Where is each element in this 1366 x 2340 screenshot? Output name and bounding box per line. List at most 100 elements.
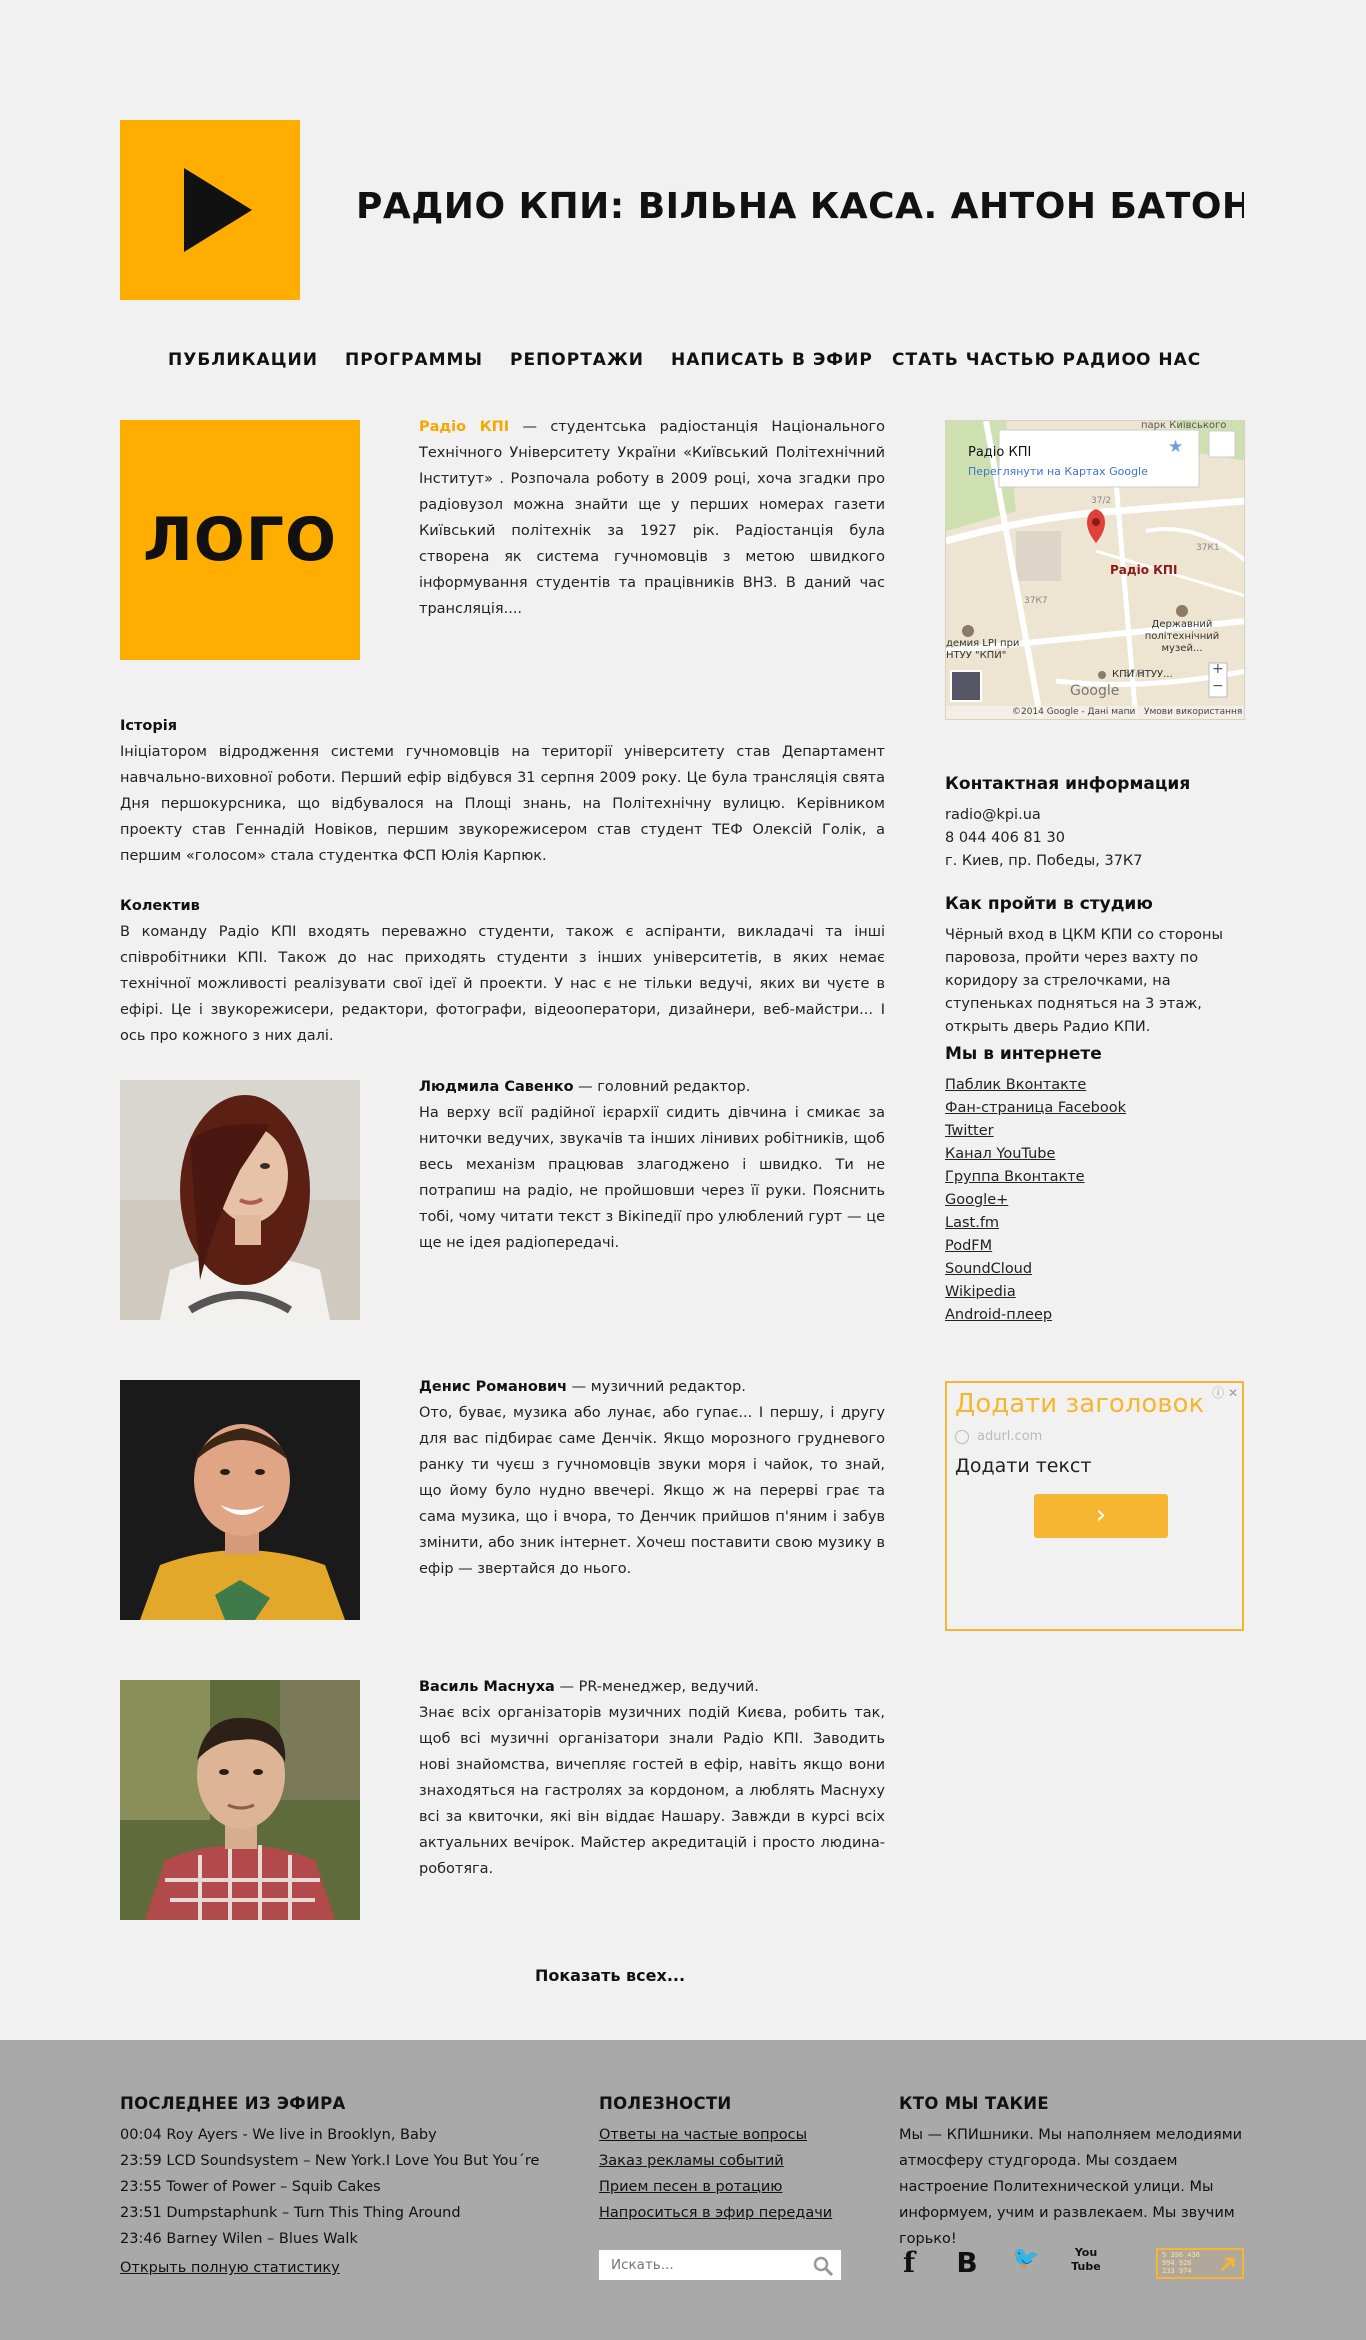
footer-who-title: КТО МЫ ТАКИЕ xyxy=(899,2094,1049,2113)
search-icon[interactable] xyxy=(812,2255,834,2277)
history-section: Історія Ініціатором відродження системи … xyxy=(120,713,885,869)
ad-banner[interactable]: ⓘ ✕ Додати заголовок adurl.com Додати те… xyxy=(945,1381,1244,1631)
main-nav: ПУБЛИКАЦИИ ПРОГРАММЫ РЕПОРТАЖИ НАПИСАТЬ … xyxy=(0,350,1366,380)
link-lastfm[interactable]: Last.fm xyxy=(945,1212,1245,1235)
link-android-player[interactable]: Android-плеер xyxy=(945,1304,1245,1327)
link-facebook[interactable]: Фан-страница Facebook xyxy=(945,1097,1245,1120)
vk-icon[interactable]: B xyxy=(952,2246,982,2280)
map-label: Державний політехнічний музей... xyxy=(1144,619,1220,654)
link-soundcloud[interactable]: SoundCloud xyxy=(945,1258,1245,1281)
contact-title: Контактная информация xyxy=(945,774,1191,794)
station-logo-placeholder: ЛОГО xyxy=(120,420,360,660)
link-vk-public[interactable]: Паблик Вконтакте xyxy=(945,1074,1245,1097)
link-youtube[interactable]: Канал YouTube xyxy=(945,1143,1245,1166)
member-photo xyxy=(120,1680,360,1920)
link-wikipedia[interactable]: Wikipedia xyxy=(945,1281,1245,1304)
ad-title[interactable]: Додати заголовок xyxy=(955,1389,1204,1419)
contact-info: radio@kpi.ua 8 044 406 81 30 г. Киев, пр… xyxy=(945,804,1245,873)
nav-item-programs[interactable]: ПРОГРАММЫ xyxy=(345,350,483,370)
link-google-plus[interactable]: Google+ xyxy=(945,1189,1245,1212)
about-intro-text: — студентська радіостанція Національного… xyxy=(419,419,885,617)
member-name: Денис Романович xyxy=(419,1379,568,1395)
history-title: Історія xyxy=(120,718,178,734)
footer-air-title: ПОСЛЕДНЕЕ ИЗ ЭФИРА xyxy=(120,2094,346,2113)
member-role: — музичний редактор. xyxy=(567,1379,746,1395)
arrow-up-right-icon xyxy=(1220,2257,1235,2272)
show-all-link[interactable]: Показать всех... xyxy=(0,1966,1220,1985)
track-item: 00:04 Roy Ayers - We live in Brooklyn, B… xyxy=(120,2127,437,2143)
map-zoom-out-button[interactable]: − xyxy=(1212,678,1224,694)
member-role: — головний редактор. xyxy=(573,1079,751,1095)
member-description: На верху всії радійної ієрархії сидить д… xyxy=(419,1105,885,1251)
map-copyright: ©2014 Google - Дані мапи xyxy=(1012,707,1136,717)
faq-link[interactable]: Ответы на частые вопросы xyxy=(599,2122,859,2148)
map-label: КПИ НТУУ... xyxy=(1112,669,1173,680)
map-zoom-in-button[interactable]: + xyxy=(1212,661,1224,677)
map-label: 37/2 xyxy=(1091,496,1112,506)
member-role: — PR-менеджер, ведучий. xyxy=(554,1679,759,1695)
station-name: Радіо КПІ xyxy=(419,419,510,435)
team-member: Василь Маснуха — PR-менеджер, ведучий. З… xyxy=(120,1679,885,1920)
track-item: 23:46 Barney Wilen – Blues Walk xyxy=(120,2231,358,2247)
internet-title: Мы в интернете xyxy=(945,1044,1102,1064)
search-input[interactable] xyxy=(599,2250,841,2280)
history-text: Ініціатором відродження системи гучномов… xyxy=(120,744,885,864)
team-section: Колектив В команду Радіо КПІ входять пер… xyxy=(120,893,885,1049)
facebook-icon[interactable]: f xyxy=(894,2246,924,2280)
google-map[interactable]: Радіо КПІ Переглянути на Картах Google ★… xyxy=(945,420,1245,720)
map-terms-link[interactable]: Умови використання xyxy=(1144,707,1242,717)
youtube-icon[interactable]: You Tube xyxy=(1070,2246,1102,2280)
map-label: 37К1 xyxy=(1196,543,1220,553)
member-name: Людмила Савенко xyxy=(419,1079,574,1095)
team-member: Денис Романович — музичний редактор. Ото… xyxy=(120,1379,885,1620)
member-description: Ото, буває, музика або лунає, або гупає.… xyxy=(419,1405,885,1577)
route-title: Как пройти в студию xyxy=(945,894,1153,914)
song-submission-link[interactable]: Прием песен в ротацию xyxy=(599,2174,859,2200)
team-member: Людмила Савенко — головний редактор. На … xyxy=(120,1079,885,1320)
ad-text: Додати текст xyxy=(955,1455,1092,1477)
contact-phone: 8 044 406 81 30 xyxy=(945,830,1065,846)
link-twitter[interactable]: Twitter xyxy=(945,1120,1245,1143)
ad-order-link[interactable]: Заказ рекламы событий xyxy=(599,2148,859,2174)
nav-item-join-radio[interactable]: СТАТЬ ЧАСТЬЮ РАДИО xyxy=(892,350,1137,370)
now-playing-ticker: РАДИО КПИ: ВІЛЬНА КАСА. АНТОН БАТОН З МІ… xyxy=(356,186,1244,227)
on-air-request-link[interactable]: Напроситься в эфир передачи xyxy=(599,2200,859,2226)
map-save-star-icon[interactable]: ★ xyxy=(1168,437,1183,457)
map-view-link[interactable]: Переглянути на Картах Google xyxy=(968,465,1148,478)
nav-item-about[interactable]: О НАС xyxy=(1136,350,1201,370)
member-bio: Василь Маснуха — PR-менеджер, ведучий. З… xyxy=(419,1674,885,1882)
ad-arrow-button[interactable]: › xyxy=(1034,1494,1168,1538)
nav-item-reports[interactable]: РЕПОРТАЖИ xyxy=(510,350,644,370)
counter-value: 994 920 xyxy=(1162,2259,1192,2267)
play-icon xyxy=(184,168,252,252)
track-item: 23:51 Dumpstaphunk – Turn This Thing Aro… xyxy=(120,2205,461,2221)
ad-domain: adurl.com xyxy=(977,1429,1043,1444)
link-podfm[interactable]: PodFM xyxy=(945,1235,1245,1258)
visit-counter-badge[interactable]: 5 396 436 994 920 233 974 xyxy=(1156,2248,1244,2279)
ad-info-close-icon[interactable]: ⓘ ✕ xyxy=(1212,1384,1238,1401)
about-intro: Радіо КПІ — студентська радіостанція Нац… xyxy=(419,414,885,622)
nav-item-write-on-air[interactable]: НАПИСАТЬ В ЭФИР xyxy=(671,350,873,370)
full-stats-link[interactable]: Открыть полную статистику xyxy=(120,2260,340,2276)
recent-tracks-list: 00:04 Roy Ayers - We live in Brooklyn, B… xyxy=(120,2122,560,2252)
map-label: 37К7 xyxy=(1024,596,1048,606)
useful-links: Ответы на частые вопросы Заказ рекламы с… xyxy=(599,2122,859,2226)
internet-links: Паблик Вконтакте Фан-страница Facebook T… xyxy=(945,1074,1245,1327)
track-item: 23:55 Tower of Power – Squib Cakes xyxy=(120,2179,381,2195)
play-button[interactable] xyxy=(120,120,300,300)
track-item: 23:59 LCD Soundsystem – New York.I Love … xyxy=(120,2153,540,2169)
globe-icon xyxy=(955,1430,969,1444)
footer-useful-title: ПОЛЕЗНОСТИ xyxy=(599,2094,732,2113)
member-bio: Денис Романович — музичний редактор. Ото… xyxy=(419,1374,885,1582)
team-title: Колектив xyxy=(120,898,200,914)
map-marker-label: Радіо КПІ xyxy=(1110,563,1178,577)
map-label: демия LPI при НТУУ "КПИ" xyxy=(946,638,1020,661)
counter-value: 5 396 436 xyxy=(1162,2251,1200,2259)
link-vk-group[interactable]: Группа Вконтакте xyxy=(945,1166,1245,1189)
member-bio: Людмила Савенко — головний редактор. На … xyxy=(419,1074,885,1256)
member-name: Василь Маснуха xyxy=(419,1679,555,1695)
map-place-name: Радіо КПІ xyxy=(968,445,1032,460)
member-photo xyxy=(120,1080,360,1320)
twitter-icon[interactable]: 🐦 xyxy=(1009,2246,1043,2280)
nav-item-publications[interactable]: ПУБЛИКАЦИИ xyxy=(168,350,318,370)
